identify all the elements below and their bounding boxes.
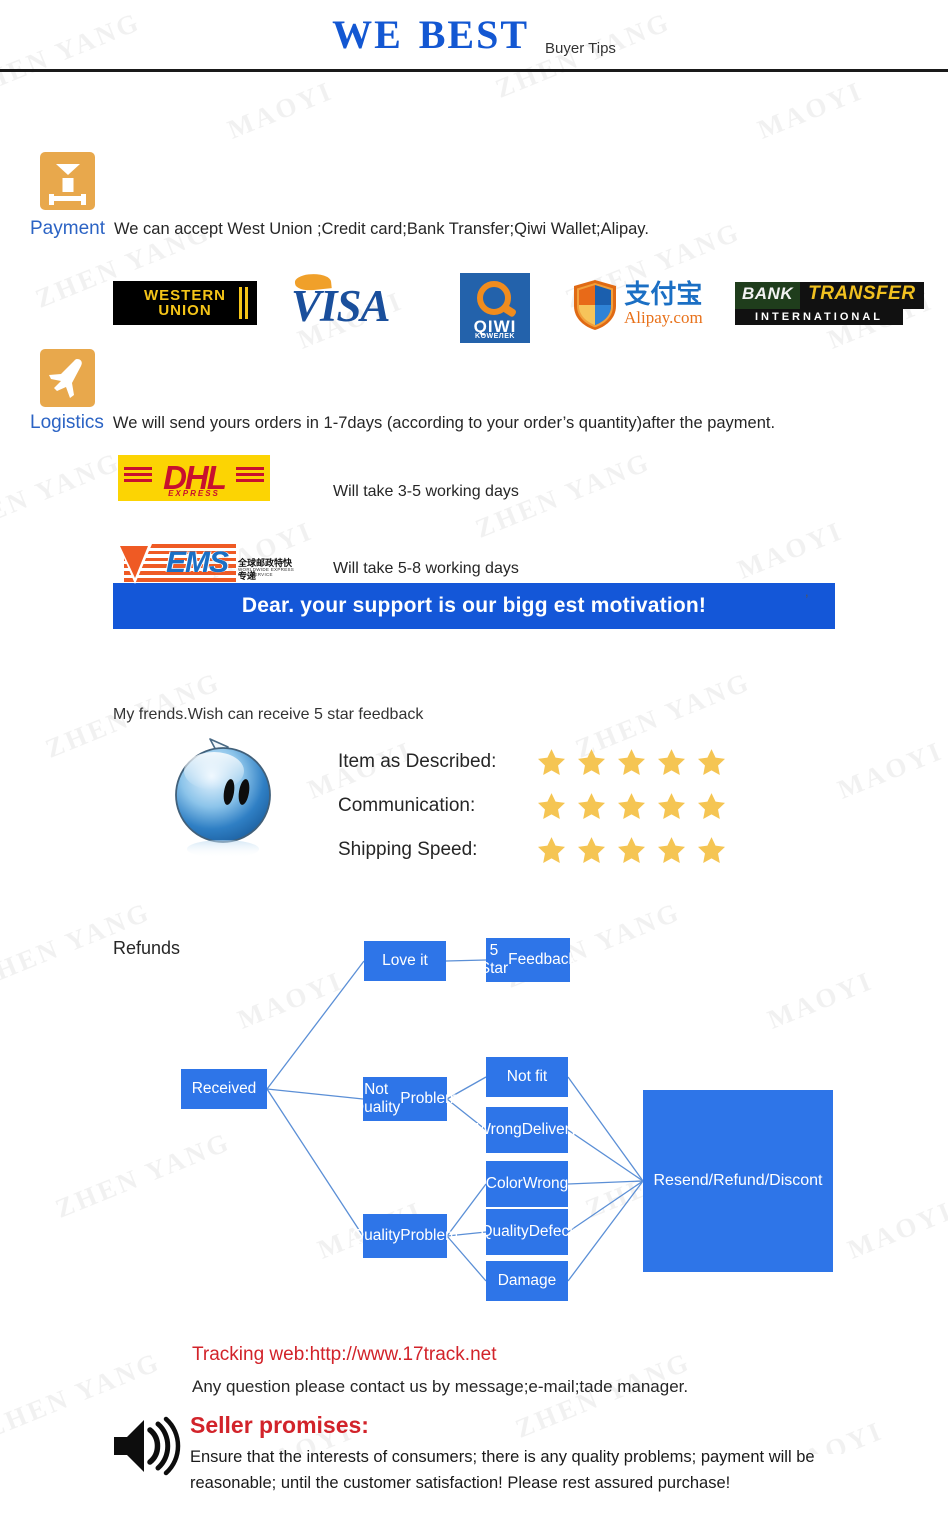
flow-node-label: Received xyxy=(191,1080,257,1097)
seller-promises-title: Seller promises: xyxy=(190,1412,369,1438)
flow-node-label: Damage xyxy=(497,1272,557,1289)
flow-node-label: Quality xyxy=(480,1223,529,1240)
flow-node-label: Wrong xyxy=(476,1121,522,1138)
flow-node-fivestar: 5 Star Feedback xyxy=(480,938,576,982)
page-header: WE BEST Buyer Tips xyxy=(0,0,948,72)
speaker-icon xyxy=(110,1414,181,1476)
flow-node-notfit: Not fit xyxy=(486,1057,568,1097)
flow-node-resolve: Resend/Refund/Discont xyxy=(643,1090,833,1272)
seller-promises-body: Ensure that the interests of consumers; … xyxy=(190,1444,900,1496)
buyer-tips-label: Buyer Tips xyxy=(545,40,616,57)
flow-node-damage: Damage xyxy=(486,1261,568,1301)
flow-node-label: Love it xyxy=(382,952,428,969)
refunds-flowchart: Received Love it 5 Star Feedback Not Quality… xyxy=(0,72,948,1526)
seller-promises-line2: reasonable; until the customer satisfact… xyxy=(190,1474,731,1492)
flow-node-label: Quality xyxy=(352,1227,401,1244)
flow-node-qdefect: Quality Defect xyxy=(480,1209,574,1255)
flow-node-label: Color xyxy=(485,1175,523,1192)
flow-edge-received-to-quality xyxy=(266,1088,364,1237)
flow-node-colorwrong: Color Wrong xyxy=(486,1161,568,1207)
flow-node-label: 5 Star xyxy=(479,942,509,977)
flow-node-notquality: Not Quality Problem xyxy=(352,1077,458,1121)
flow-edge-qdefect-to-resolve xyxy=(567,1180,644,1233)
flow-node-quality: Quality Problem xyxy=(352,1214,458,1258)
flow-edge-damage-to-resolve xyxy=(567,1180,644,1282)
brand-word-we: WE xyxy=(332,12,403,57)
flow-node-received: Received xyxy=(181,1069,267,1109)
flow-edge-colorwrong-to-resolve xyxy=(567,1180,644,1185)
flow-node-label: Not fit xyxy=(506,1068,548,1085)
tracking-link[interactable]: Tracking web:http://www.17track.net xyxy=(192,1344,496,1366)
seller-promises-line1: Ensure that the interests of consumers; … xyxy=(190,1448,815,1466)
flow-edge-wrongdel-to-resolve xyxy=(567,1129,644,1182)
brand-word-best: BEST xyxy=(418,12,530,57)
flow-node-label: Wrong xyxy=(522,1175,569,1192)
flow-node-label: Problem xyxy=(400,1090,458,1107)
flow-node-wrongdel: Wrong Delivery xyxy=(476,1107,578,1153)
flow-node-label: Resend/Refund/Discont xyxy=(653,1172,823,1189)
footer-divider xyxy=(0,69,948,72)
flow-node-label: Delivery xyxy=(521,1121,578,1138)
flow-edge-notfit-to-resolve xyxy=(567,1076,644,1182)
flow-node-label: Problem xyxy=(400,1227,458,1244)
flow-node-love: Love it xyxy=(364,941,446,981)
flow-edge-received-to-love xyxy=(266,960,365,1090)
flow-node-label: Not Quality xyxy=(352,1081,401,1116)
brand-title: WE BEST xyxy=(332,11,529,58)
contact-note: Any question please contact us by messag… xyxy=(192,1377,689,1396)
flow-edge-received-to-notquality xyxy=(266,1088,364,1100)
flow-node-label: Defect xyxy=(528,1223,574,1240)
flow-node-label: Feedback xyxy=(508,951,577,968)
